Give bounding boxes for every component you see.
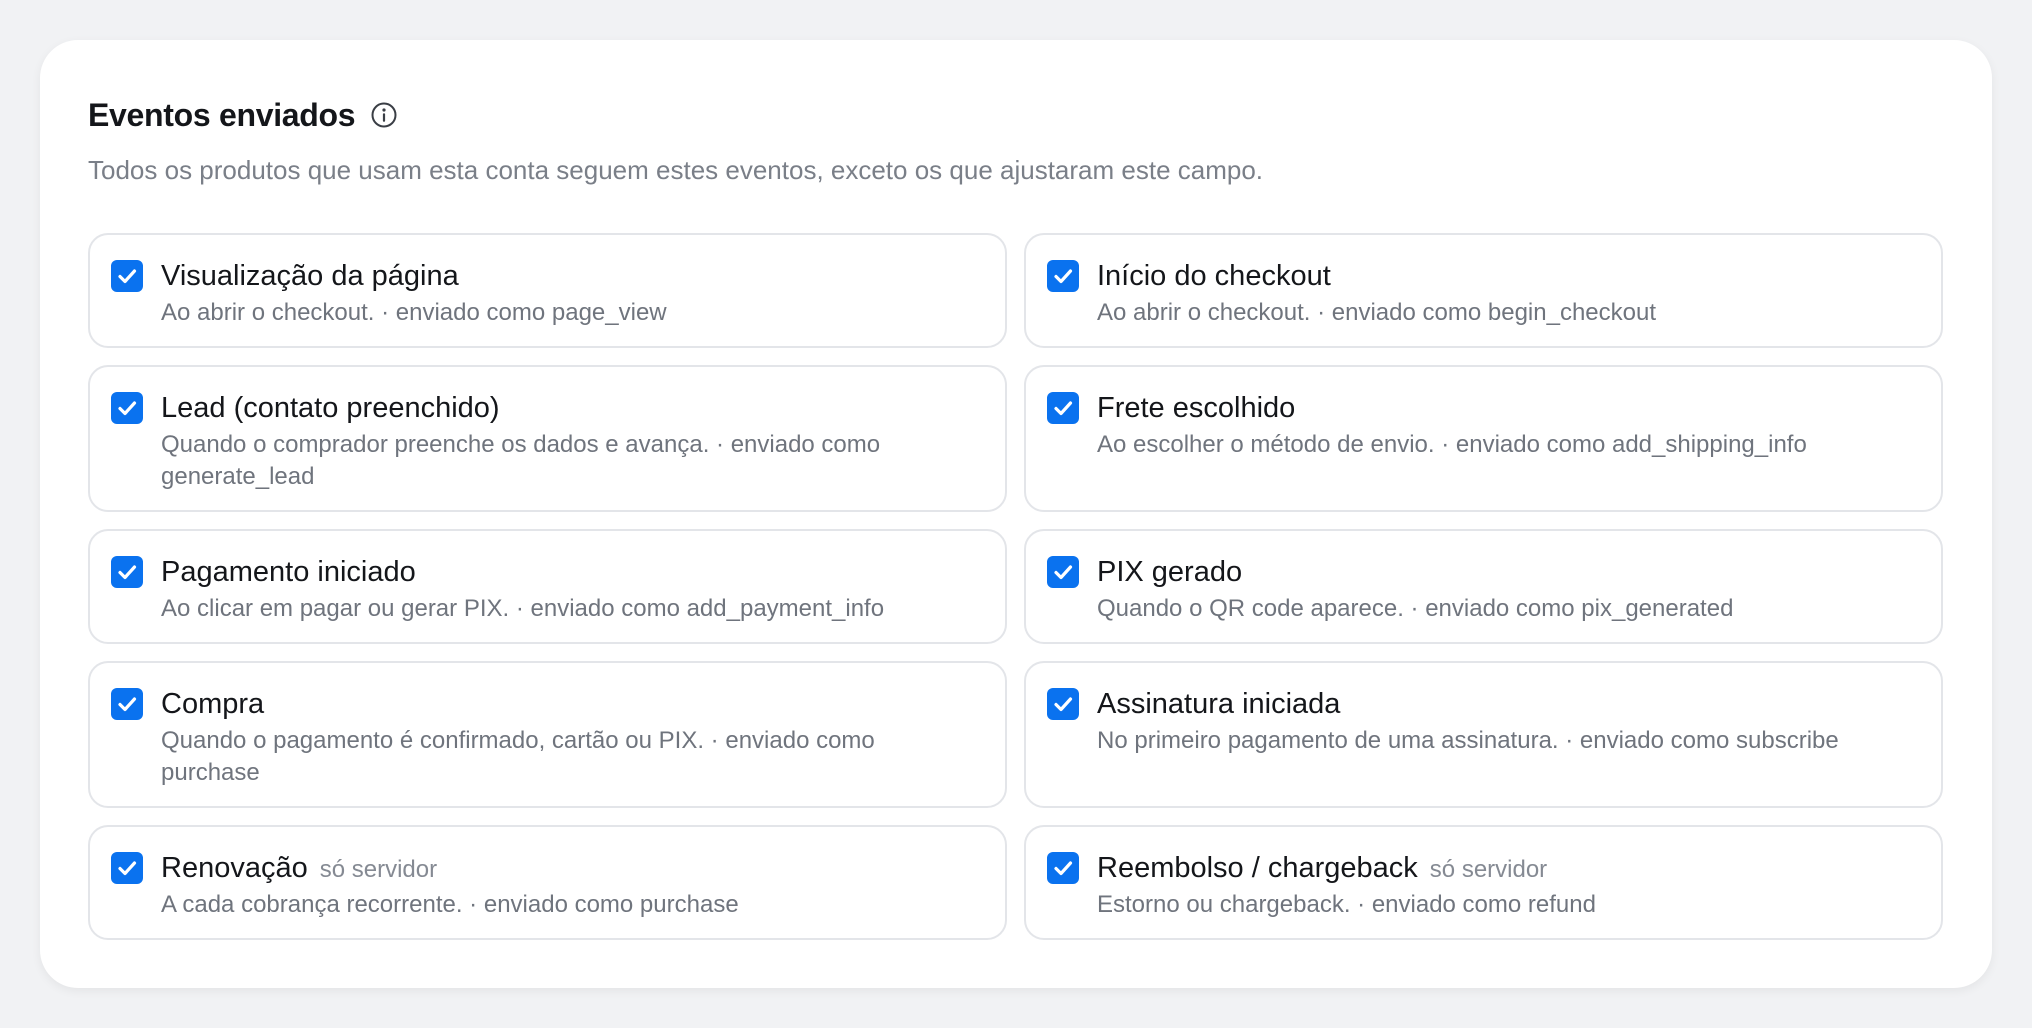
event-body: Assinatura iniciada No primeiro pagamento… xyxy=(1097,685,1901,757)
event-description: A cada cobrança recorrente. · enviado co… xyxy=(161,891,739,918)
event-body: Reembolso / chargeback só servidor Estorno… xyxy=(1097,849,1901,921)
event-body: Lead (contato preenchido) Quando o compra… xyxy=(161,389,965,493)
event-body: Renovação só servidor A cada cobrança reco… xyxy=(161,849,965,921)
check-icon xyxy=(118,861,137,876)
event-checkbox[interactable] xyxy=(111,392,143,424)
server-only-tag: só servidor xyxy=(1429,856,1548,883)
events-card: Eventos enviados Todos os produtos que u… xyxy=(40,40,1992,988)
check-icon xyxy=(1054,269,1073,284)
event-checkbox[interactable] xyxy=(1047,556,1079,588)
event-body: Início do checkout Ao abrir o checkout. ·… xyxy=(1097,257,1901,329)
event-checkbox[interactable] xyxy=(111,556,143,588)
event-checkbox[interactable] xyxy=(1047,688,1079,720)
event-option-refund[interactable]: Reembolso / chargeback só servidor Estorno… xyxy=(1024,825,1943,940)
event-description: Ao abrir o checkout. · enviado como begi… xyxy=(1097,299,1656,326)
event-body: Frete escolhido Ao escolher o método de e… xyxy=(1097,389,1901,461)
event-title: Compra xyxy=(161,688,265,720)
event-option-pix[interactable]: PIX gerado Quando o QR code aparece. · en… xyxy=(1024,529,1943,644)
event-title-row: Frete escolhido xyxy=(1097,389,1901,427)
event-description: Estorno ou chargeback. · enviado como re… xyxy=(1097,891,1596,918)
event-title-row: Lead (contato preenchido) xyxy=(161,389,965,427)
check-icon xyxy=(118,565,137,580)
event-option-subscribe[interactable]: Assinatura iniciada No primeiro pagamento… xyxy=(1024,661,1943,808)
event-description: Quando o pagamento é confirmado, cartão … xyxy=(161,727,875,786)
events-grid: Visualização da página Ao abrir o checkou… xyxy=(88,233,1944,940)
section-subtitle: Todos os produtos que usam esta conta se… xyxy=(88,155,1264,185)
event-title: Reembolso / chargeback xyxy=(1097,852,1418,884)
event-title-row: Início do checkout xyxy=(1097,257,1901,295)
event-title: Visualização da página xyxy=(161,260,459,292)
event-title-row: Assinatura iniciada xyxy=(1097,685,1901,723)
event-description: Quando o comprador preenche os dados e a… xyxy=(161,431,881,490)
event-checkbox[interactable] xyxy=(1047,852,1079,884)
event-checkbox[interactable] xyxy=(1047,392,1079,424)
event-title: Pagamento iniciado xyxy=(161,556,416,588)
event-title: PIX gerado xyxy=(1097,556,1243,588)
check-icon xyxy=(1054,697,1073,712)
event-title: Lead (contato preenchido) xyxy=(161,392,500,424)
event-option-page-view[interactable]: Visualização da página Ao abrir o checkou… xyxy=(88,233,1007,348)
event-checkbox[interactable] xyxy=(111,260,143,292)
event-option-lead[interactable]: Lead (contato preenchido) Quando o compra… xyxy=(88,365,1007,512)
event-title-row: Pagamento iniciado xyxy=(161,553,965,591)
event-title: Assinatura iniciada xyxy=(1097,688,1341,720)
event-checkbox[interactable] xyxy=(111,688,143,720)
event-description: No primeiro pagamento de uma assinatura.… xyxy=(1097,727,1839,754)
event-title: Início do checkout xyxy=(1097,260,1331,292)
event-body: Visualização da página Ao abrir o checkou… xyxy=(161,257,965,329)
section-title: Eventos enviados xyxy=(88,96,356,133)
event-option-purchase[interactable]: Compra Quando o pagamento é confirmado, c… xyxy=(88,661,1007,808)
event-title-row: Renovação só servidor xyxy=(161,849,965,887)
info-icon[interactable] xyxy=(369,100,399,130)
event-body: Compra Quando o pagamento é confirmado, c… xyxy=(161,685,965,789)
event-checkbox[interactable] xyxy=(111,852,143,884)
check-icon xyxy=(118,269,137,284)
event-body: PIX gerado Quando o QR code aparece. · en… xyxy=(1097,553,1901,625)
event-title-row: Reembolso / chargeback só servidor xyxy=(1097,849,1901,887)
event-option-shipping[interactable]: Frete escolhido Ao escolher o método de e… xyxy=(1024,365,1943,512)
check-icon xyxy=(118,697,137,712)
event-title: Frete escolhido xyxy=(1097,392,1296,424)
event-title-row: Visualização da página xyxy=(161,257,965,295)
event-body: Pagamento iniciado Ao clicar em pagar ou … xyxy=(161,553,965,625)
section-header: Eventos enviados xyxy=(88,92,1944,138)
check-icon xyxy=(118,401,137,416)
event-checkbox[interactable] xyxy=(1047,260,1079,292)
event-description: Ao escolher o método de envio. · enviado… xyxy=(1097,431,1807,458)
event-title-row: Compra xyxy=(161,685,965,723)
event-description: Ao clicar em pagar ou gerar PIX. · envia… xyxy=(161,595,885,622)
event-title-row: PIX gerado xyxy=(1097,553,1901,591)
event-option-renewal[interactable]: Renovação só servidor A cada cobrança reco… xyxy=(88,825,1007,940)
event-description: Ao abrir o checkout. · enviado como page… xyxy=(161,299,667,326)
server-only-tag: só servidor xyxy=(319,856,438,883)
event-title: Renovação xyxy=(161,852,308,884)
check-icon xyxy=(1054,565,1073,580)
event-option-begin-checkout[interactable]: Início do checkout Ao abrir o checkout. ·… xyxy=(1024,233,1943,348)
event-description: Quando o QR code aparece. · enviado como… xyxy=(1097,595,1734,622)
check-icon xyxy=(1054,401,1073,416)
check-icon xyxy=(1054,861,1073,876)
event-option-payment[interactable]: Pagamento iniciado Ao clicar em pagar ou … xyxy=(88,529,1007,644)
